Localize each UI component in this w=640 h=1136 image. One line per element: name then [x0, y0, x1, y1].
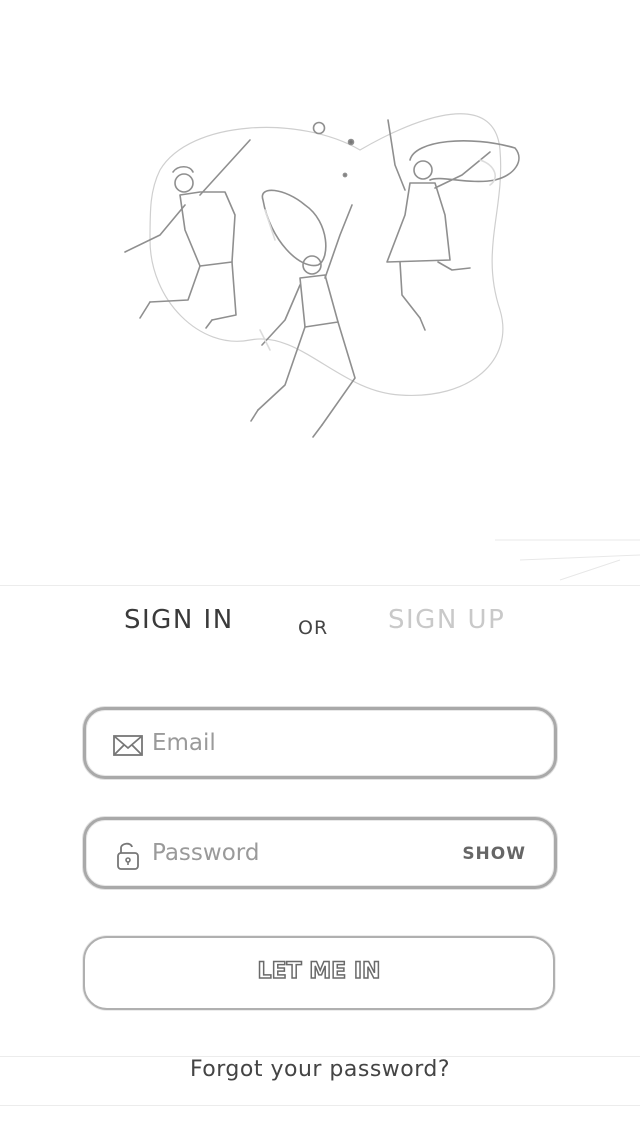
bottom-divider	[0, 1105, 640, 1106]
tab-sign-in[interactable]: SIGN IN	[124, 605, 234, 635]
envelope-icon	[112, 729, 144, 761]
tab-sign-up[interactable]: SIGN UP	[388, 605, 505, 635]
hero-divider	[0, 585, 640, 586]
forgot-password-link[interactable]: Forgot your password?	[0, 1057, 640, 1082]
jumping-people-illustration	[124, 113, 640, 581]
password-input[interactable]	[152, 834, 452, 872]
tab-separator-or: OR	[298, 617, 329, 639]
let-me-in-button[interactable]: LET ME IN	[83, 936, 555, 1010]
show-password-button[interactable]: SHOW	[462, 844, 526, 864]
lock-icon	[112, 839, 144, 871]
email-field[interactable]	[83, 707, 557, 779]
password-field[interactable]: SHOW	[83, 817, 557, 889]
hero-illustration	[0, 0, 640, 585]
let-me-in-label: LET ME IN	[257, 958, 381, 985]
auth-tabs: SIGN IN OR SIGN UP	[0, 605, 640, 650]
email-input[interactable]	[152, 724, 452, 762]
